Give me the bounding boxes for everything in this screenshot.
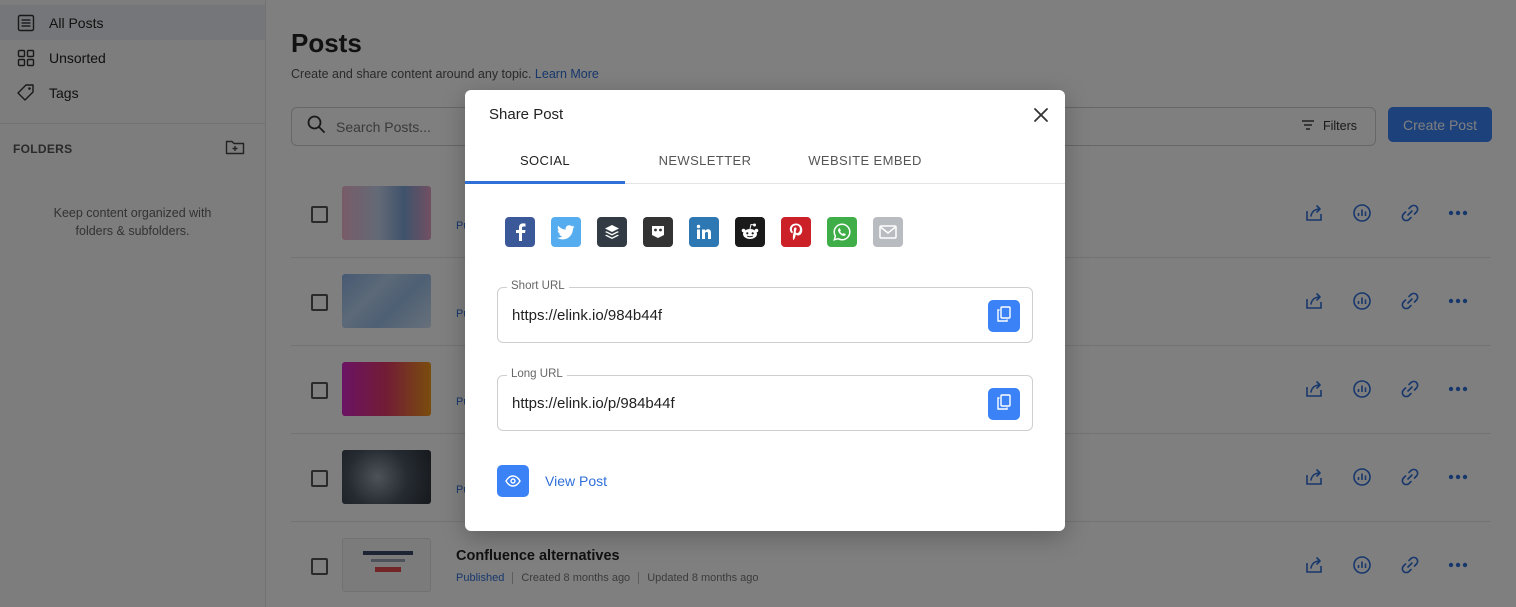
tab-website-embed[interactable]: WEBSITE EMBED: [785, 148, 945, 183]
long-url-label: Long URL: [507, 368, 567, 380]
long-url-value[interactable]: https://elink.io/p/984b44f: [512, 395, 675, 412]
copy-icon: [997, 305, 1011, 327]
close-icon[interactable]: [1030, 104, 1052, 126]
hootsuite-icon[interactable]: [643, 217, 673, 247]
eye-icon[interactable]: [497, 465, 529, 497]
pinterest-icon[interactable]: [781, 217, 811, 247]
facebook-icon[interactable]: [505, 217, 535, 247]
view-post-button[interactable]: View Post: [497, 465, 607, 497]
copy-icon: [997, 393, 1011, 415]
reddit-icon[interactable]: [735, 217, 765, 247]
short-url-label: Short URL: [507, 280, 569, 292]
social-buttons: [505, 217, 903, 247]
linkedin-icon[interactable]: [689, 217, 719, 247]
whatsapp-icon[interactable]: [827, 217, 857, 247]
email-icon[interactable]: [873, 217, 903, 247]
tab-social[interactable]: SOCIAL: [465, 148, 625, 184]
short-url-value[interactable]: https://elink.io/984b44f: [512, 307, 662, 324]
long-url-field[interactable]: Long URL https://elink.io/p/984b44f: [497, 368, 1033, 431]
copy-long-url-button[interactable]: [988, 388, 1020, 420]
twitter-icon[interactable]: [551, 217, 581, 247]
modal-title: Share Post: [489, 106, 564, 123]
copy-short-url-button[interactable]: [988, 300, 1020, 332]
short-url-field[interactable]: Short URL https://elink.io/984b44f: [497, 280, 1033, 343]
tab-newsletter[interactable]: NEWSLETTER: [625, 148, 785, 183]
view-post-label[interactable]: View Post: [545, 473, 607, 489]
share-tabs: SOCIAL NEWSLETTER WEBSITE EMBED: [465, 148, 1065, 184]
buffer-icon[interactable]: [597, 217, 627, 247]
share-post-modal: Share Post SOCIAL NEWSLETTER WEBSITE EMB…: [465, 90, 1065, 531]
